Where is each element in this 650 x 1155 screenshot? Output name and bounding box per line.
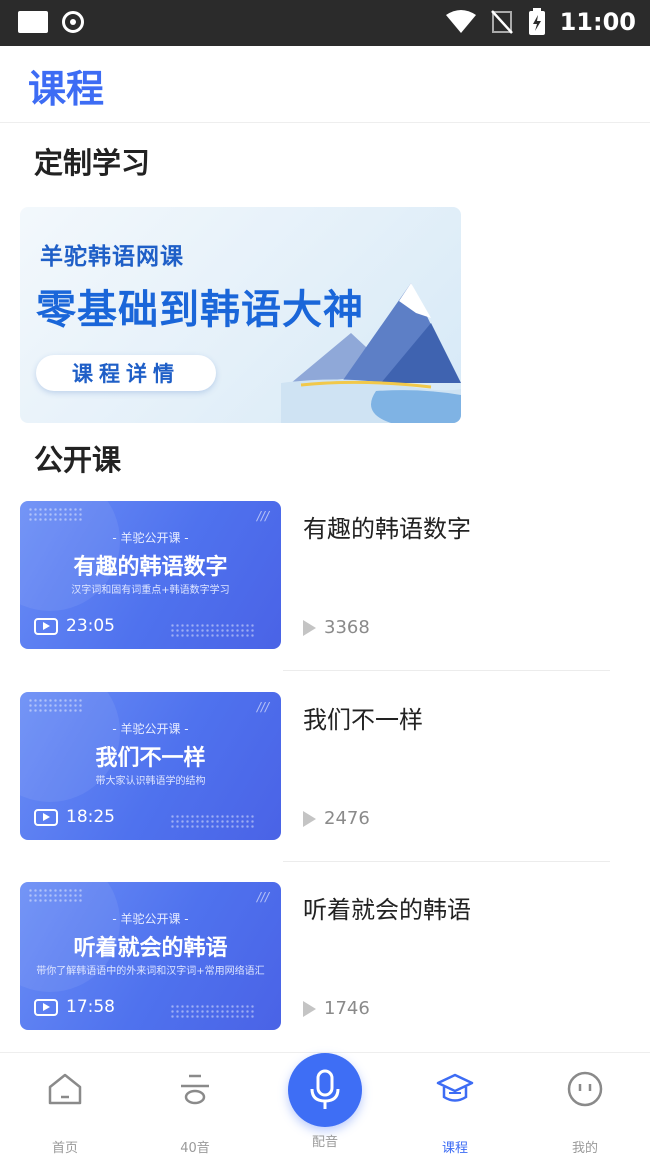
view-count: 3368 (324, 617, 370, 638)
banner-subtitle: 羊驼韩语网课 (40, 244, 184, 270)
view-count: 1746 (324, 998, 370, 1019)
thumb-desc: 带大家认识韩语学的结构 (95, 776, 206, 787)
nav-home[interactable]: 首页 (5, 1053, 125, 1155)
video-icon (34, 808, 58, 826)
course-thumbnail[interactable]: /// - 羊驼公开课 - 听着就会的韩语 带你了解韩语语中的外来词和汉字词+常… (20, 882, 281, 1030)
thumb-dots (170, 623, 254, 639)
dub-button[interactable] (288, 1053, 362, 1127)
nav-courses[interactable]: 课程 (395, 1053, 515, 1155)
view-count: 2476 (324, 808, 370, 829)
thumb-slash: /// (256, 890, 269, 904)
thumb-dots (28, 698, 84, 712)
thumb-desc: 汉字词和固有词重点+韩语数字学习 (71, 585, 230, 596)
nav-label: 课程 (441, 1141, 468, 1155)
thumb-tag: - 羊驼公开课 - (112, 531, 189, 545)
battery-icon (528, 8, 545, 35)
location-icon (62, 11, 84, 33)
course-item[interactable]: /// - 羊驼公开课 - 有趣的韩语数字 汉字词和固有词重点+韩语数字学习 2… (20, 501, 610, 651)
hangul-icon (175, 1069, 215, 1109)
nav-label: 首页 (51, 1141, 78, 1155)
play-count-icon (303, 810, 316, 827)
row-divider (283, 861, 610, 862)
course-title[interactable]: 我们不一样 (303, 700, 423, 735)
thumb-tag: - 羊驼公开课 - (112, 912, 189, 926)
profile-icon (565, 1069, 605, 1109)
video-icon (34, 998, 58, 1016)
course-thumbnail[interactable]: /// - 羊驼公开课 - 我们不一样 带大家认识韩语学的结构 18:25 (20, 692, 281, 840)
row-divider (283, 670, 610, 671)
thumb-dots (170, 1004, 254, 1020)
bottom-nav: 首页 40音 配音 课程 我的 (0, 1052, 650, 1155)
course-title[interactable]: 有趣的韩语数字 (303, 509, 471, 544)
status-bar: 11:00 (0, 0, 650, 46)
thumb-dots (28, 507, 84, 521)
thumb-slash: /// (256, 700, 269, 714)
course-item[interactable]: /// - 羊驼公开课 - 听着就会的韩语 带你了解韩语语中的外来词和汉字词+常… (20, 882, 610, 1032)
course-title[interactable]: 听着就会的韩语 (303, 890, 471, 925)
video-icon (34, 617, 58, 635)
no-signal-icon (490, 10, 513, 34)
header-divider (0, 122, 650, 123)
course-details-button[interactable]: 课程详情 (36, 355, 216, 391)
nav-label-dub: 配音 (311, 1135, 338, 1150)
page-title: 课程 (28, 67, 105, 111)
course-thumbnail[interactable]: /// - 羊驼公开课 - 有趣的韩语数字 汉字词和固有词重点+韩语数字学习 2… (20, 501, 281, 649)
home-icon (45, 1069, 85, 1109)
thumb-dots (170, 814, 254, 830)
nav-sounds[interactable]: 40音 (135, 1053, 255, 1155)
duration: 23:05 (66, 616, 115, 636)
thumb-title: 有趣的韩语数字 (73, 555, 228, 580)
graduation-cap-icon (435, 1069, 475, 1109)
nav-label: 我的 (571, 1141, 598, 1155)
thumb-slash: /// (256, 509, 269, 523)
thumb-dots (28, 888, 84, 902)
thumb-title: 听着就会的韩语 (73, 936, 228, 961)
mountain-illustration (281, 283, 461, 423)
duration: 18:25 (66, 807, 115, 827)
thumb-desc: 带你了解韩语语中的外来词和汉字词+常用网络语汇 (36, 966, 265, 977)
nav-mine[interactable]: 我的 (525, 1053, 645, 1155)
course-item[interactable]: /// - 羊驼公开课 - 我们不一样 带大家认识韩语学的结构 18:25 我们… (20, 692, 610, 842)
notification-icon (18, 11, 48, 33)
status-time: 11:00 (559, 8, 636, 36)
nav-label: 40音 (180, 1141, 210, 1155)
thumb-tag: - 羊驼公开课 - (112, 722, 189, 736)
thumb-title: 我们不一样 (95, 746, 206, 771)
play-count-icon (303, 619, 316, 636)
play-count-icon (303, 1000, 316, 1017)
wifi-icon (445, 10, 476, 33)
microphone-icon (310, 1069, 340, 1109)
duration: 17:58 (66, 997, 115, 1017)
course-banner[interactable]: 羊驼韩语网课 零基础到韩语大神 课程详情 (20, 207, 461, 423)
section-title-custom: 定制学习 (34, 146, 151, 180)
section-title-public: 公开课 (34, 443, 122, 477)
